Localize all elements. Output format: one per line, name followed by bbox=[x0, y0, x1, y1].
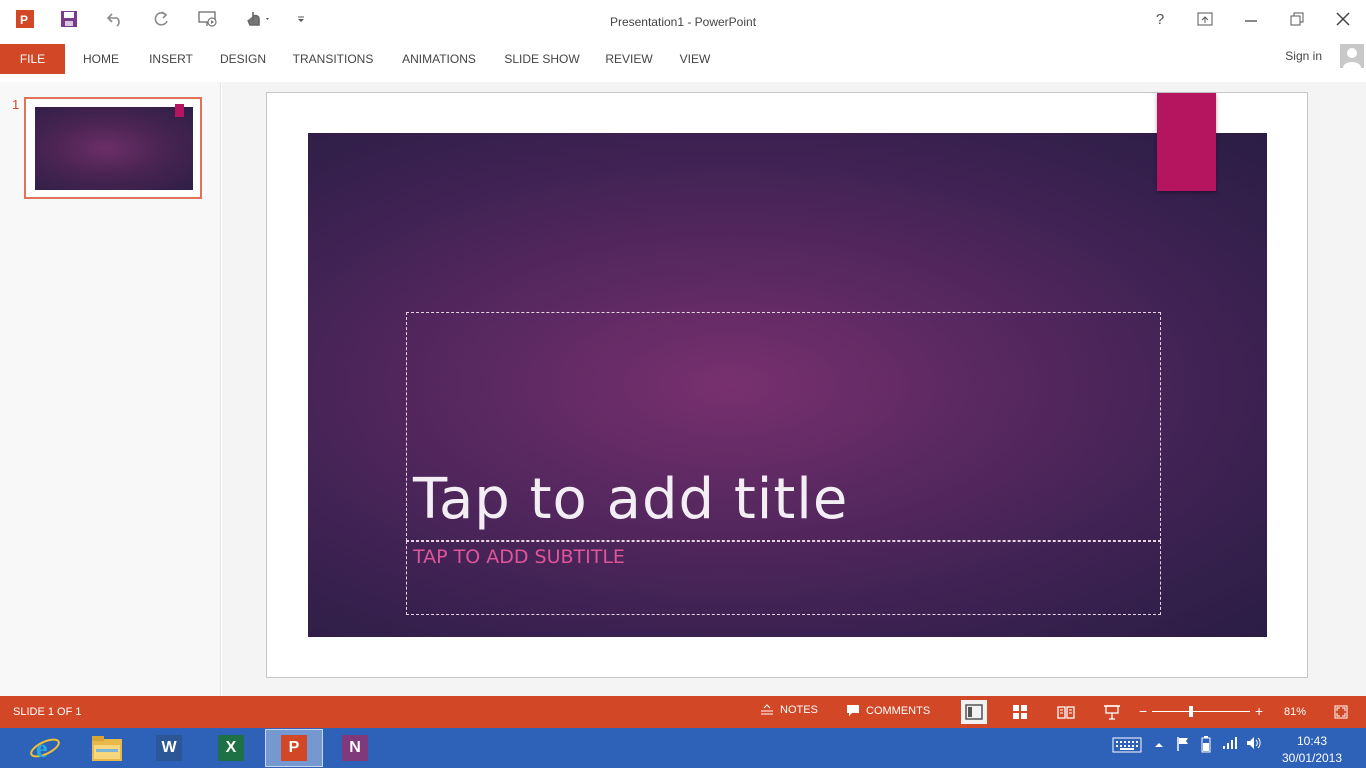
close-icon[interactable] bbox=[1331, 8, 1355, 30]
volume-icon[interactable] bbox=[1246, 736, 1262, 753]
taskbar-powerpoint[interactable]: P bbox=[265, 729, 323, 767]
slide-sorter-icon bbox=[1013, 705, 1027, 719]
taskbar: e W X P N bbox=[0, 728, 1366, 768]
battery-icon[interactable] bbox=[1198, 735, 1214, 756]
thumbnail-number: 1 bbox=[12, 97, 20, 112]
taskbar-internet-explorer[interactable]: e bbox=[16, 729, 74, 767]
notes-icon bbox=[761, 704, 773, 715]
tab-home[interactable]: HOME bbox=[75, 44, 127, 74]
svg-text:e: e bbox=[36, 734, 48, 763]
zoom-slider-thumb[interactable] bbox=[1189, 706, 1193, 717]
subtitle-placeholder[interactable]: TAP TO ADD SUBTITLE bbox=[406, 541, 1161, 615]
tab-file[interactable]: FILE bbox=[0, 44, 65, 74]
slide-show-icon bbox=[1104, 705, 1120, 720]
slide-show-button[interactable] bbox=[1099, 700, 1125, 724]
taskbar-excel[interactable]: X bbox=[202, 729, 260, 767]
comments-icon bbox=[847, 705, 859, 716]
tab-review[interactable]: REVIEW bbox=[598, 44, 660, 74]
fit-slide-icon[interactable] bbox=[1331, 702, 1351, 722]
slide-background: Tap to add title TAP TO ADD SUBTITLE bbox=[308, 133, 1267, 637]
slide-thumbnails-pane: 1 bbox=[0, 82, 221, 696]
powerpoint-icon: P bbox=[281, 735, 307, 761]
comments-label: COMMENTS bbox=[866, 704, 931, 717]
tab-transitions[interactable]: TRANSITIONS bbox=[287, 44, 379, 74]
zoom-slider-track[interactable] bbox=[1152, 711, 1250, 712]
reading-view-icon bbox=[1057, 706, 1075, 719]
tab-slide-show[interactable]: SLIDE SHOW bbox=[500, 44, 584, 74]
thumbnail-accent-tag bbox=[175, 104, 184, 117]
zoom-out-button[interactable]: − bbox=[1139, 703, 1147, 719]
sign-in-link[interactable]: Sign in bbox=[1285, 49, 1322, 63]
ribbon-tabs: FILE HOME INSERT DESIGN TRANSITIONS ANIM… bbox=[0, 44, 1366, 75]
tab-animations[interactable]: ANIMATIONS bbox=[394, 44, 484, 74]
action-center-flag-icon[interactable] bbox=[1176, 736, 1190, 755]
help-button[interactable]: ? bbox=[1148, 8, 1172, 30]
zoom-in-button[interactable]: + bbox=[1255, 703, 1263, 719]
reading-view-button[interactable] bbox=[1053, 700, 1079, 724]
title-placeholder[interactable]: Tap to add title bbox=[406, 312, 1161, 541]
title-bar: P Presentation1 - PowerPoint ? bbox=[0, 0, 1366, 42]
tab-design[interactable]: DESIGN bbox=[213, 44, 273, 74]
notes-button[interactable]: NOTES bbox=[760, 704, 818, 716]
slide-count: SLIDE 1 OF 1 bbox=[13, 706, 82, 718]
network-signal-icon[interactable] bbox=[1222, 736, 1238, 753]
slide-sorter-button[interactable] bbox=[1007, 700, 1033, 724]
folder-icon bbox=[92, 736, 122, 761]
minimize-icon[interactable] bbox=[1239, 8, 1263, 30]
subtitle-placeholder-text: TAP TO ADD SUBTITLE bbox=[413, 546, 625, 568]
keyboard-icon[interactable] bbox=[1112, 737, 1142, 756]
show-hidden-icons-icon[interactable] bbox=[1154, 738, 1164, 753]
normal-view-button[interactable] bbox=[961, 700, 987, 724]
avatar[interactable] bbox=[1340, 44, 1364, 68]
restore-icon[interactable] bbox=[1285, 8, 1309, 30]
internet-explorer-icon: e bbox=[30, 734, 60, 763]
taskbar-word[interactable]: W bbox=[140, 729, 198, 767]
zoom-level[interactable]: 81% bbox=[1284, 706, 1306, 718]
clock-date[interactable]: 30/01/2013 bbox=[1278, 751, 1346, 765]
excel-icon: X bbox=[218, 735, 244, 761]
ribbon-display-options-icon[interactable] bbox=[1193, 8, 1217, 30]
slide-accent-bookmark bbox=[1157, 93, 1216, 191]
status-bar: SLIDE 1 OF 1 NOTES COMMENTS − + 81% bbox=[0, 696, 1366, 728]
thumbnail-preview bbox=[35, 104, 193, 190]
title-placeholder-text: Tap to add title bbox=[413, 467, 849, 532]
taskbar-onenote[interactable]: N bbox=[326, 729, 384, 767]
notes-label: NOTES bbox=[780, 704, 818, 716]
onenote-icon: N bbox=[342, 735, 368, 761]
comments-button[interactable]: COMMENTS bbox=[846, 704, 930, 717]
slide-canvas[interactable]: Tap to add title TAP TO ADD SUBTITLE bbox=[266, 92, 1308, 678]
taskbar-file-explorer[interactable] bbox=[78, 729, 136, 767]
clock-time[interactable]: 10:43 bbox=[1282, 734, 1342, 748]
normal-view-icon bbox=[965, 704, 983, 720]
tab-insert[interactable]: INSERT bbox=[142, 44, 200, 74]
slide-thumbnail[interactable] bbox=[24, 97, 202, 199]
word-icon: W bbox=[156, 735, 182, 761]
slide-edit-area: Tap to add title TAP TO ADD SUBTITLE bbox=[222, 82, 1366, 696]
tab-view[interactable]: VIEW bbox=[674, 44, 716, 74]
